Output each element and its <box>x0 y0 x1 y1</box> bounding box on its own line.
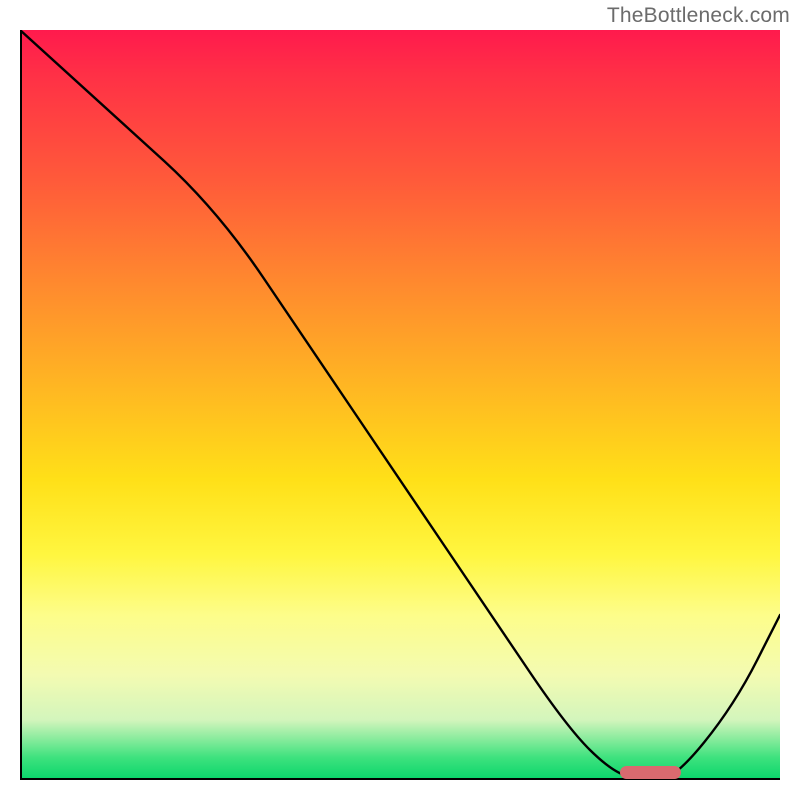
watermark-text: TheBottleneck.com <box>607 4 790 28</box>
heat-gradient <box>20 30 780 780</box>
optimal-range-marker <box>620 766 681 779</box>
chart-canvas: TheBottleneck.com <box>0 0 800 800</box>
